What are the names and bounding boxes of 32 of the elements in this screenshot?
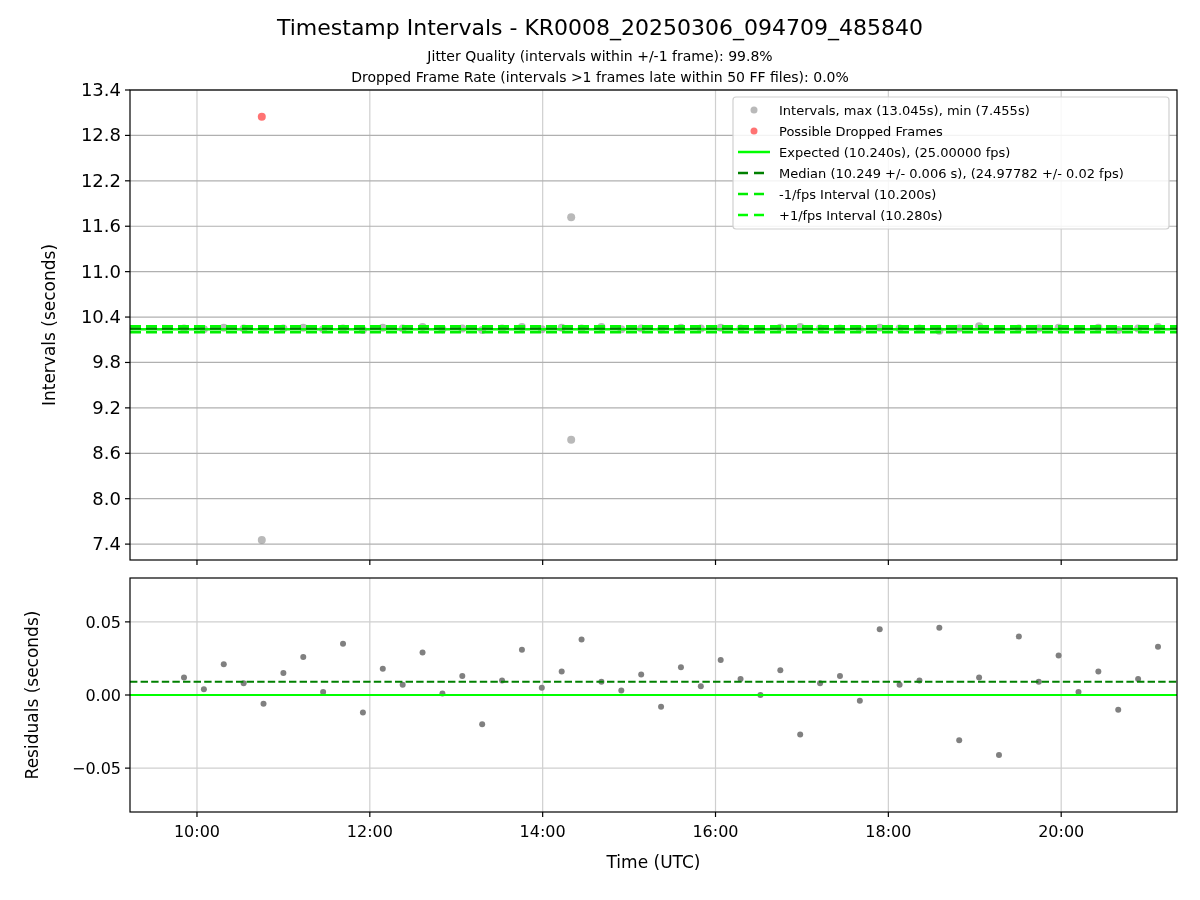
tick-label: 18:00	[865, 822, 912, 841]
legend-label: -1/fps Interval (10.200s)	[779, 187, 937, 202]
tick-label: 16:00	[692, 822, 739, 841]
legend-label: Intervals, max (13.045s), min (7.455s)	[779, 103, 1030, 118]
tick-label: 13.4	[80, 79, 121, 100]
tick-label: 0.05	[85, 612, 121, 632]
tick-label: 9.2	[92, 396, 121, 418]
tick-label: 10:00	[173, 822, 221, 841]
chart-subtitle: Jitter Quality (intervals within +/-1 frame): 99.8%	[427, 47, 773, 66]
tick-label: 11.6	[80, 215, 121, 237]
tick-label: −0.05	[71, 759, 121, 779]
axis-label: Intervals (seconds)	[39, 243, 59, 407]
tick-label: 12.8	[80, 124, 121, 146]
tick-label: 9.8	[92, 351, 121, 373]
legend-label: Median (10.249 +/- 0.006 s), (24.97782 +/- 0.02 fps)	[779, 166, 1124, 181]
tick-label: 8.6	[92, 442, 121, 464]
tick-label: 20:00	[1038, 822, 1085, 841]
tick-label: 7.4	[92, 533, 121, 555]
legend-label: Expected (10.240s), (25.00000 fps)	[779, 145, 1011, 160]
legend-label: Possible Dropped Frames	[779, 124, 943, 139]
tick-label: 0.00	[85, 686, 121, 705]
legend-label: +1/fps Interval (10.280s)	[779, 208, 943, 223]
chart-subtitle: Dropped Frame Rate (intervals >1 frames late within 50 FF files): 0.0%	[351, 68, 849, 87]
axis-label: Residuals (seconds)	[22, 610, 42, 780]
tick-label: 8.0	[92, 487, 121, 509]
axis-label: Time (UTC)	[606, 852, 701, 872]
tick-label: 14:00	[519, 822, 566, 841]
tick-label: 12:00	[346, 822, 393, 841]
tick-label: 10.4	[80, 306, 121, 328]
chart-title: Timestamp Intervals - KR0008_20250306_094709_485840	[276, 14, 924, 42]
tick-label: 11.0	[80, 260, 121, 282]
tick-label: 12.2	[80, 169, 121, 191]
